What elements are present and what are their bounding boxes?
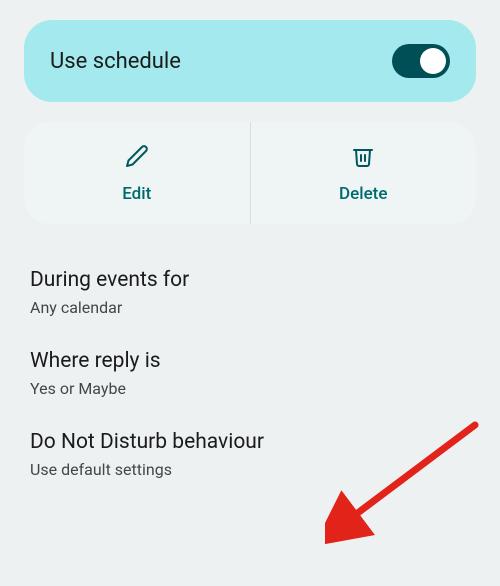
use-schedule-label: Use schedule [50,49,181,74]
edit-button[interactable]: Edit [24,122,250,224]
setting-subtitle: Yes or Maybe [30,379,470,398]
use-schedule-toggle-card[interactable]: Use schedule [24,20,476,102]
setting-where-reply[interactable]: Where reply is Yes or Maybe [30,333,470,414]
setting-during-events[interactable]: During events for Any calendar [30,252,470,333]
toggle-knob [420,48,446,74]
action-row: Edit Delete [24,122,476,224]
delete-label: Delete [339,184,387,204]
setting-subtitle: Any calendar [30,298,470,317]
edit-label: Edit [122,184,151,204]
setting-title: Where reply is [30,349,470,373]
pencil-icon [125,144,149,172]
settings-list: During events for Any calendar Where rep… [24,252,476,495]
delete-button[interactable]: Delete [250,122,477,224]
setting-title: During events for [30,268,470,292]
setting-title: Do Not Disturb behaviour [30,430,470,454]
setting-dnd-behaviour[interactable]: Do Not Disturb behaviour Use default set… [30,414,470,495]
trash-icon [351,144,375,172]
setting-subtitle: Use default settings [30,460,470,479]
use-schedule-switch[interactable] [392,44,450,78]
